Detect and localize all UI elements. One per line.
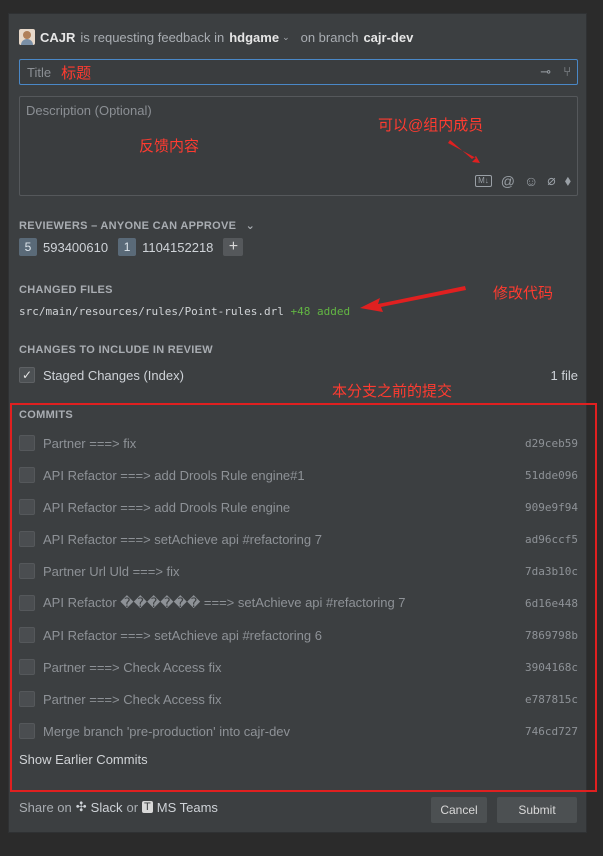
commit-icon[interactable]: ⊸: [540, 64, 551, 80]
description-annotation: 反馈内容: [139, 138, 200, 155]
plus-icon[interactable]: +: [223, 238, 244, 256]
title-input[interactable]: Title 标题 ⊸ ⑂: [19, 59, 578, 85]
changed-file-delta: +48 added: [290, 305, 351, 318]
or-label: or: [126, 799, 139, 815]
emoji-icon[interactable]: ☺: [524, 173, 538, 189]
reviewer-name: 593400610: [43, 239, 109, 255]
reviewers-list: 5 593400610 1 1104152218 +: [19, 238, 244, 256]
title-annotation: 标题: [61, 64, 92, 82]
commit-hash: 746cd727: [525, 724, 578, 738]
markdown-icon[interactable]: M↓: [475, 174, 492, 187]
share-row: Share on ✣ Slack or T MS Teams: [19, 799, 218, 815]
changed-files-annotation: 修改代码: [493, 285, 554, 302]
header-text: is requesting feedback in: [80, 29, 225, 45]
user-name: CAJR: [40, 29, 76, 45]
commit-message: Partner Url Uld ===> fix: [43, 563, 180, 579]
reviewer-name: 1104152218: [142, 239, 214, 255]
commit-hash: 7da3b10c: [525, 564, 578, 578]
commit-message: Partner ===> fix: [43, 435, 137, 451]
user-avatar-icon: [19, 29, 35, 45]
checkbox-icon[interactable]: [19, 691, 35, 707]
commit-hash: 3904168c: [525, 660, 578, 674]
attach-icon[interactable]: ⌀: [547, 172, 555, 189]
teams-icon[interactable]: T: [142, 801, 153, 813]
commits-annotation: 本分支之前的提交: [332, 383, 453, 400]
checkbox-icon[interactable]: ✓: [19, 367, 35, 383]
commit-row[interactable]: API Refactor ===> add Drools Rule engine…: [19, 465, 578, 485]
commit-message: Partner ===> Check Access fix: [43, 659, 222, 675]
checkbox-icon[interactable]: [19, 627, 35, 643]
commit-row[interactable]: Merge branch 'pre-production' into cajr-…: [19, 721, 578, 741]
checkbox-icon[interactable]: [19, 499, 35, 515]
commit-hash: 909e9f94: [525, 500, 578, 514]
checkbox-icon[interactable]: [19, 595, 35, 611]
commit-message: Merge branch 'pre-production' into cajr-…: [43, 723, 291, 739]
commit-message: API Refactor ������ ===> setAchieve api …: [43, 595, 406, 610]
at-icon[interactable]: @: [501, 173, 515, 189]
commit-hash: e787815c: [525, 692, 578, 706]
commit-row[interactable]: Partner ===> fix d29ceb59: [19, 433, 578, 453]
commit-row[interactable]: Partner ===> Check Access fix e787815c: [19, 689, 578, 709]
commit-row[interactable]: API Refactor ������ ===> setAchieve api …: [19, 593, 578, 613]
chevron-down-icon[interactable]: ⌄: [282, 32, 290, 43]
repo-name[interactable]: hdgame: [229, 30, 279, 45]
checkbox-icon[interactable]: [19, 563, 35, 579]
commit-hash: 7869798b: [525, 628, 578, 642]
checkbox-icon[interactable]: [19, 467, 35, 483]
teams-link[interactable]: MS Teams: [157, 800, 218, 815]
branch-name: cajr-dev: [363, 29, 414, 45]
description-placeholder: Description (Optional): [26, 103, 152, 118]
staged-changes-count: 1 file: [550, 367, 578, 383]
branch-prefix: on branch: [300, 29, 359, 45]
commit-message: API Refactor ===> add Drools Rule engine: [43, 499, 291, 515]
reviewers-heading[interactable]: REVIEWERS – ANYONE CAN APPROVE ⌄: [19, 219, 255, 232]
mention-annotation: 可以@组内成员: [378, 117, 484, 134]
commits-heading: COMMITS: [19, 409, 74, 421]
commit-message: API Refactor ===> setAchieve api #refact…: [43, 627, 322, 643]
commit-hash: 6d16e448: [525, 596, 578, 610]
staged-changes-row[interactable]: ✓ Staged Changes (Index) 1 file: [19, 367, 578, 383]
commit-row[interactable]: Partner Url Uld ===> fix 7da3b10c: [19, 561, 578, 581]
reviewer-badge: 5: [19, 238, 37, 256]
changes-heading: CHANGES TO INCLUDE IN REVIEW: [19, 344, 213, 356]
commit-row[interactable]: API Refactor ===> setAchieve api #refact…: [19, 529, 578, 549]
commit-hash: d29ceb59: [525, 436, 578, 450]
commit-hash: 51dde096: [525, 468, 578, 482]
description-field[interactable]: Description (Optional) 反馈内容 可以@组内成员 M↓ @…: [19, 96, 578, 196]
tag-icon[interactable]: ⬧: [565, 172, 571, 189]
checkbox-icon[interactable]: [19, 659, 35, 675]
commit-row[interactable]: API Refactor ===> setAchieve api #refact…: [19, 625, 578, 645]
commit-row[interactable]: API Refactor ===> add Drools Rule engine…: [19, 497, 578, 517]
submit-button[interactable]: Submit: [497, 797, 577, 823]
chevron-down-icon[interactable]: ⌄: [246, 220, 256, 232]
commit-message: Partner ===> Check Access fix: [43, 691, 222, 707]
checkbox-icon[interactable]: [19, 531, 35, 547]
checkbox-icon[interactable]: [19, 723, 35, 739]
reviewer-badge: 1: [118, 238, 137, 256]
branch-icon[interactable]: ⑂: [563, 64, 571, 80]
commit-row[interactable]: Partner ===> Check Access fix 3904168c: [19, 657, 578, 677]
changed-files-heading: CHANGED FILES: [19, 284, 113, 296]
reviewer-chip[interactable]: 1 1104152218: [118, 238, 213, 256]
header: CAJR is requesting feedback in hdgame ⌄ …: [19, 28, 413, 46]
share-on-label: Share on: [19, 799, 72, 815]
commit-message: API Refactor ===> setAchieve api #refact…: [43, 531, 322, 547]
slack-link[interactable]: Slack: [91, 800, 123, 815]
commit-hash: ad96ccf5: [525, 532, 578, 546]
show-earlier-commits[interactable]: Show Earlier Commits: [19, 752, 148, 767]
staged-changes-label: Staged Changes (Index): [43, 367, 184, 383]
reviewers-heading-label: REVIEWERS – ANYONE CAN APPROVE: [19, 220, 237, 232]
changed-file-path: src/main/resources/rules/Point-rules.drl: [19, 305, 284, 318]
checkbox-icon[interactable]: [19, 435, 35, 451]
slack-icon[interactable]: ✣: [76, 799, 87, 815]
changed-file-row[interactable]: src/main/resources/rules/Point-rules.drl…: [19, 305, 350, 318]
cancel-button[interactable]: Cancel: [431, 797, 487, 823]
title-placeholder: Title: [27, 64, 52, 80]
reviewer-chip[interactable]: 5 593400610: [19, 238, 108, 256]
commit-message: API Refactor ===> add Drools Rule engine…: [43, 467, 305, 483]
review-dialog: CAJR is requesting feedback in hdgame ⌄ …: [8, 13, 587, 833]
